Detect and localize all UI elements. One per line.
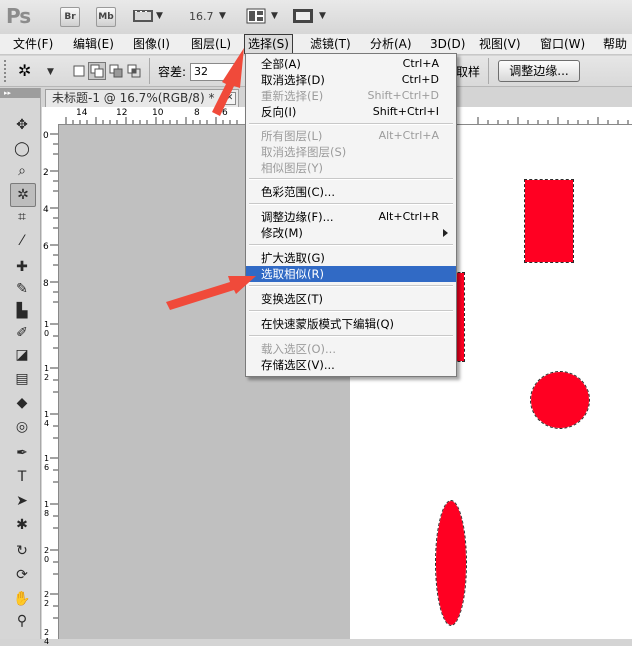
annotation-arrows (166, 48, 256, 310)
arrow-to-select-menu (212, 48, 244, 116)
arrow-to-similar-item (166, 276, 256, 310)
